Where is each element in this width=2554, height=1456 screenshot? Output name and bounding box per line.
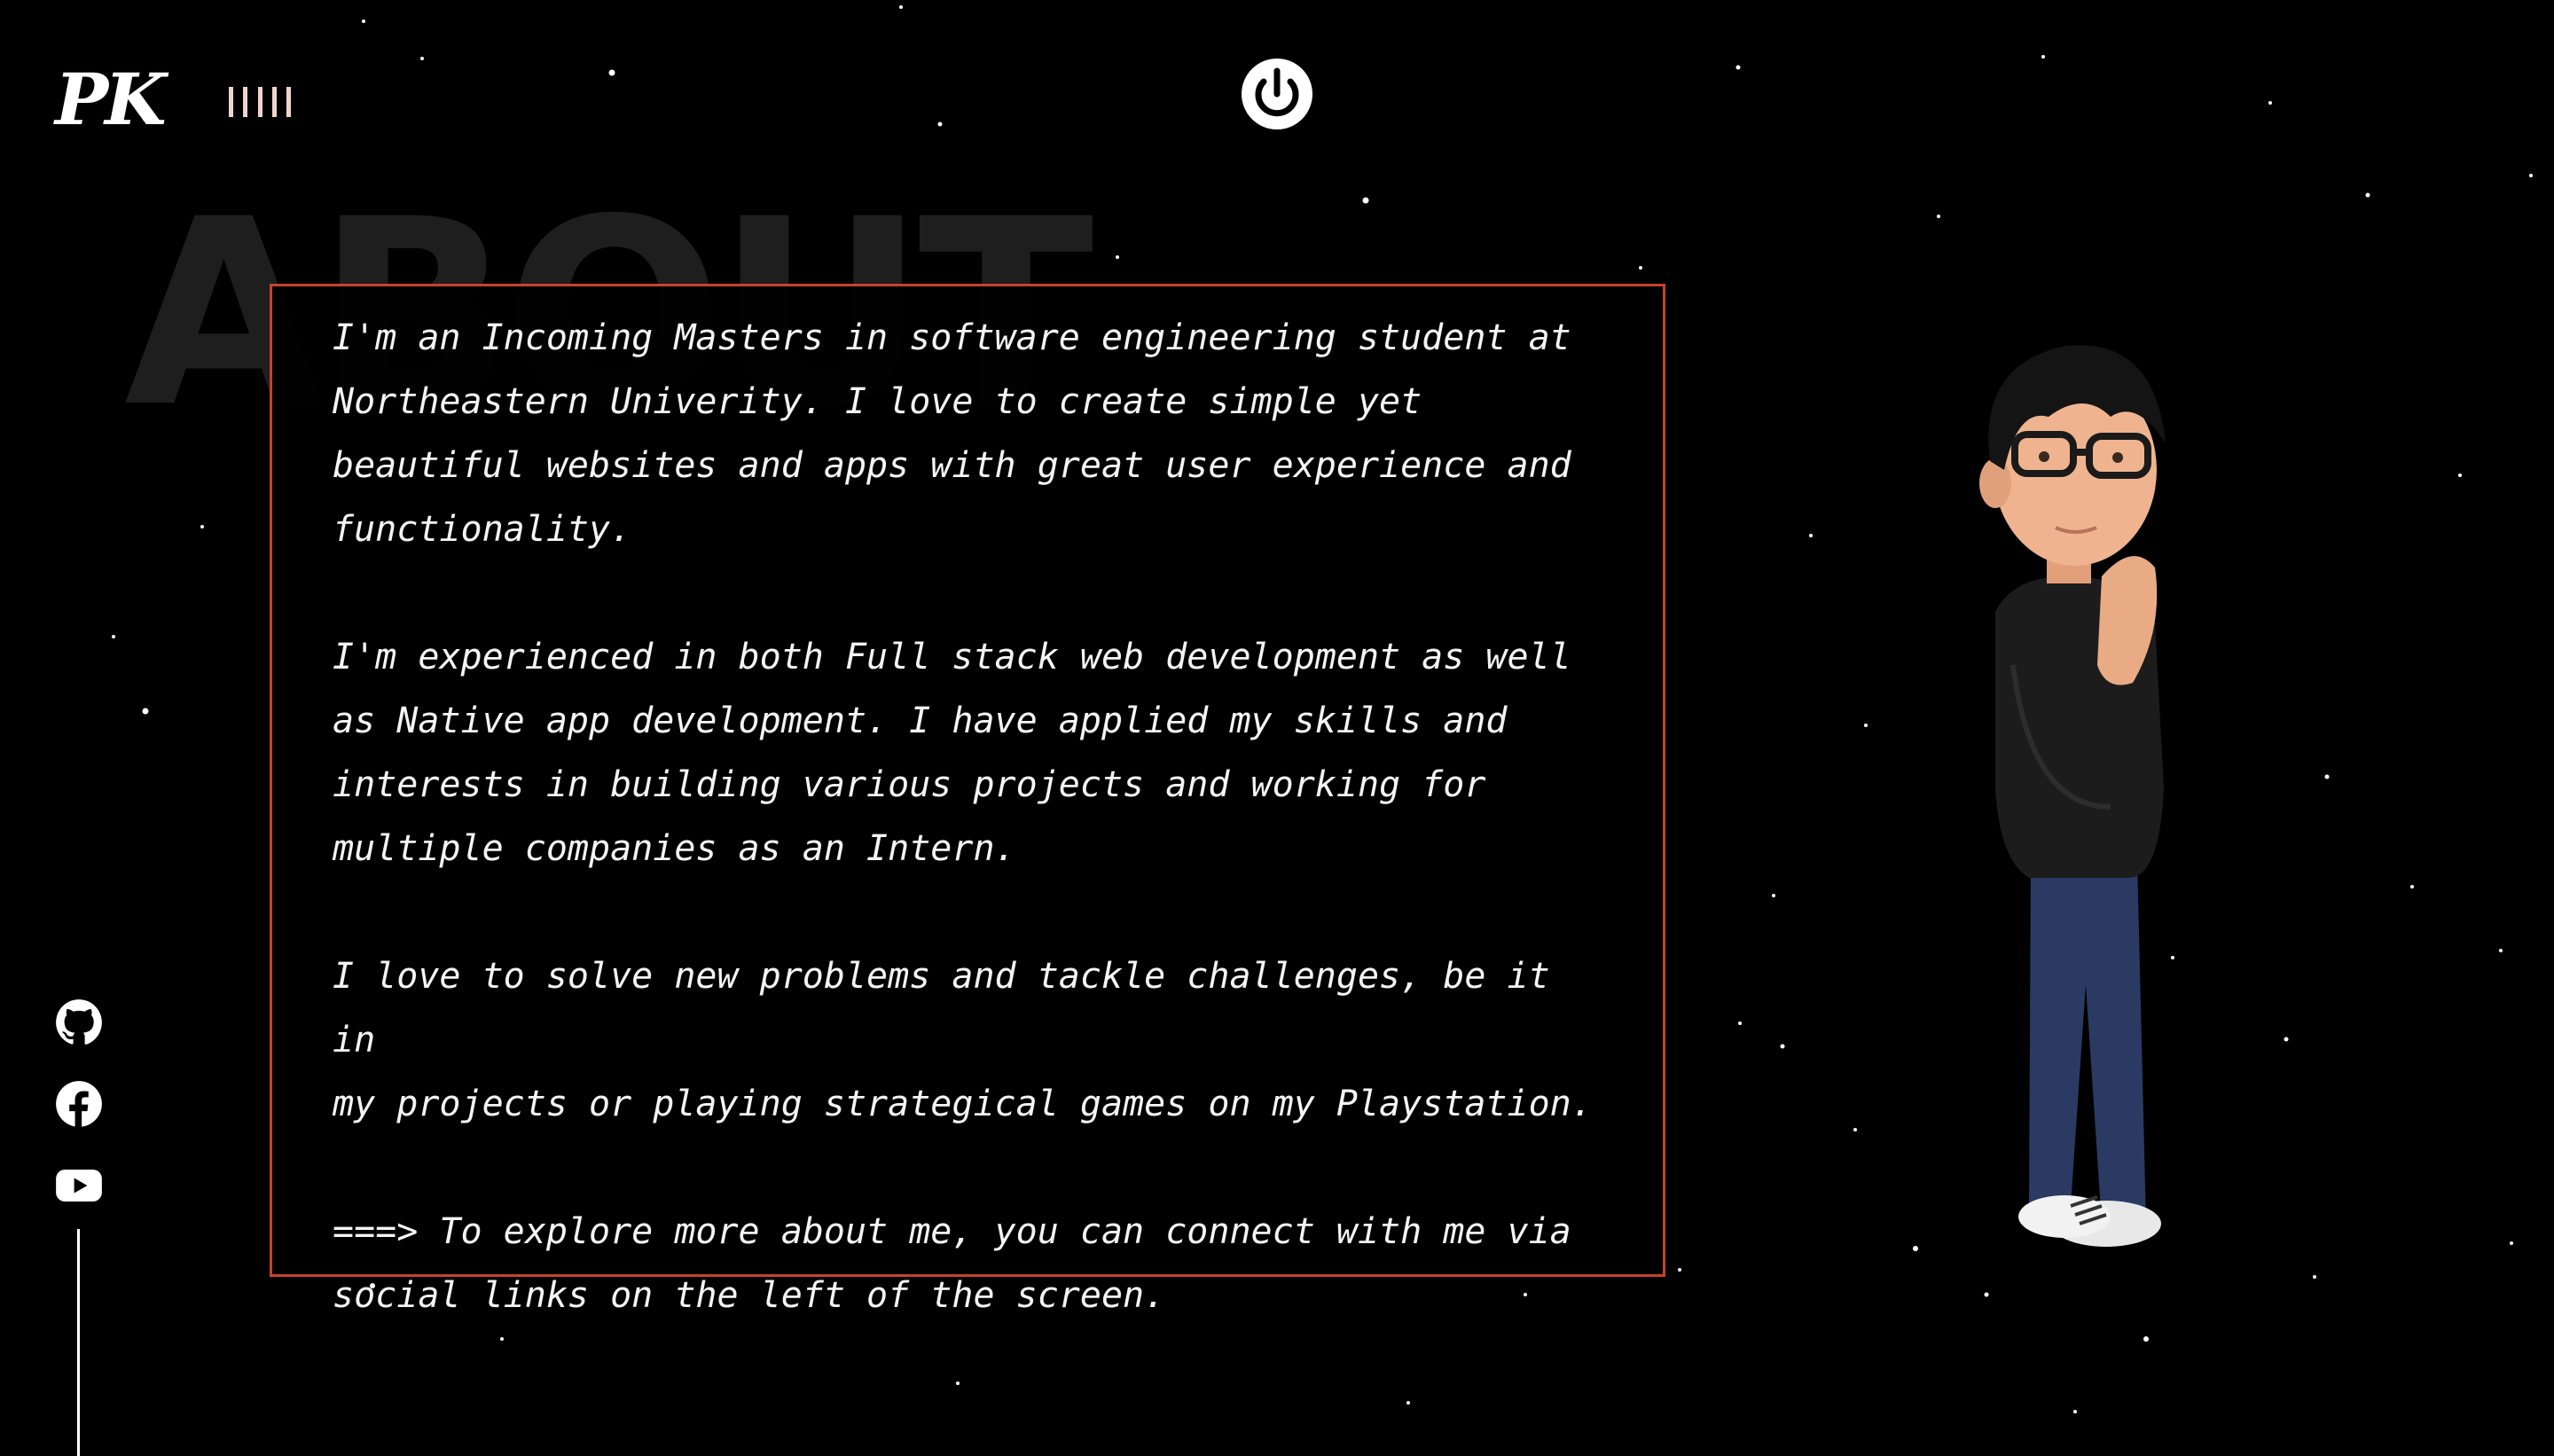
power-icon xyxy=(1242,59,1312,129)
sound-bar xyxy=(271,87,277,117)
github-icon xyxy=(56,999,102,1045)
youtube-icon xyxy=(56,1170,102,1202)
about-paragraph: I'm experienced in both Full stack web d… xyxy=(333,637,1571,869)
facebook-icon xyxy=(56,1081,102,1128)
site-logo[interactable]: PK xyxy=(55,64,167,135)
power-button[interactable] xyxy=(1240,57,1314,131)
sound-bar xyxy=(229,87,233,117)
about-text-box: I'm an Incoming Masters in software engi… xyxy=(270,284,1665,1316)
sound-bar xyxy=(243,87,248,117)
social-links-divider xyxy=(77,1229,80,1456)
about-paragraph: ===> To explore more about me, you can c… xyxy=(333,1211,1571,1316)
facebook-link[interactable] xyxy=(55,1080,103,1128)
sound-bar xyxy=(257,87,262,117)
sound-bar xyxy=(286,87,291,117)
github-link[interactable] xyxy=(55,998,103,1046)
sound-toggle-bars[interactable] xyxy=(229,85,291,117)
about-paragraph: I'm an Incoming Masters in software engi… xyxy=(333,317,1571,550)
youtube-link[interactable] xyxy=(55,1162,103,1209)
avatar-illustration xyxy=(1979,345,2166,1247)
social-links xyxy=(55,998,103,1243)
about-paragraph: I love to solve new problems and tackle … xyxy=(333,956,1593,1124)
